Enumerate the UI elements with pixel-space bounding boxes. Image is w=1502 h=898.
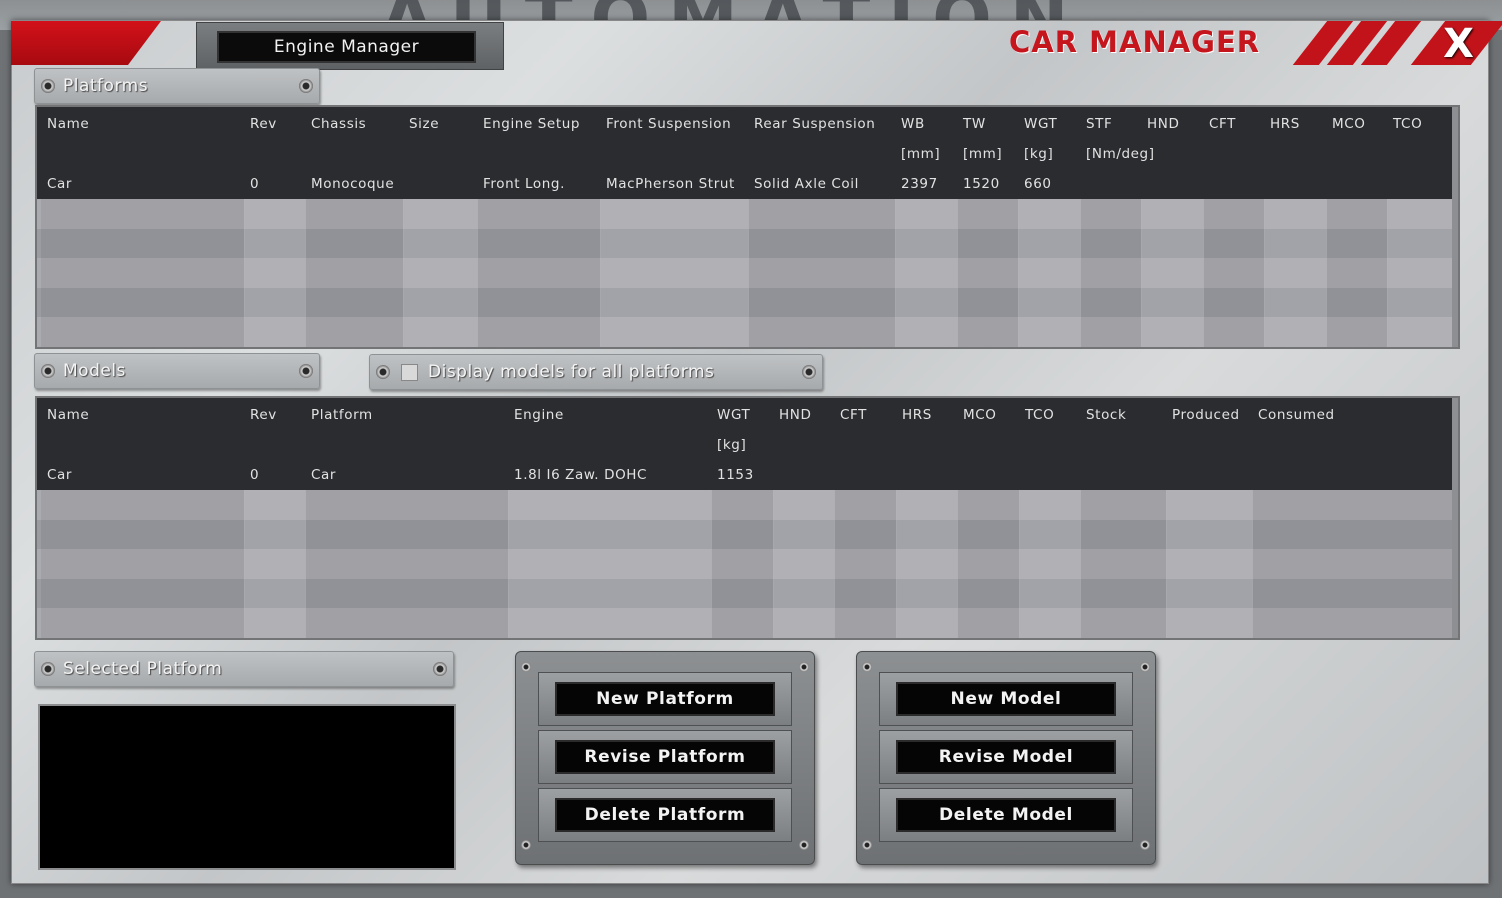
revise-model-button[interactable]: Revise Model <box>896 740 1116 774</box>
platform-col-header[interactable]: HRS <box>1270 116 1300 132</box>
platform-col-header[interactable]: TW <box>963 116 986 132</box>
platform-col-header[interactable]: Rev <box>250 116 277 132</box>
platform-empty-row[interactable] <box>37 287 1458 317</box>
bolt-icon <box>41 79 55 93</box>
platform-cell: 0 <box>250 176 260 192</box>
models-section-header: Models <box>34 353 320 389</box>
revise-platform-button[interactable]: Revise Platform <box>555 740 775 774</box>
model-col-unit: [kg] <box>717 437 747 453</box>
model-col-header[interactable]: Consumed <box>1258 407 1335 423</box>
platform-buttons-group: New Platform Revise Platform Delete Plat… <box>515 651 815 865</box>
bolt-icon <box>41 662 55 676</box>
model-cell: Car <box>311 467 337 483</box>
bolt-icon <box>299 79 313 93</box>
model-col-header[interactable]: Engine <box>514 407 564 423</box>
platforms-section-header: Platforms <box>34 68 320 104</box>
model-empty-row[interactable] <box>37 608 1458 638</box>
platform-cell: MacPherson Strut <box>606 176 735 192</box>
model-empty-row[interactable] <box>37 578 1458 608</box>
platforms-label: Platforms <box>63 76 149 96</box>
model-buttons-group: New Model Revise Model Delete Model <box>856 651 1156 865</box>
platform-empty-row[interactable] <box>37 228 1458 258</box>
selected-platform-preview <box>38 704 456 870</box>
model-cell: 1153 <box>717 467 754 483</box>
platform-cell: Solid Axle Coil <box>754 176 859 192</box>
platform-col-header[interactable]: CFT <box>1209 116 1236 132</box>
bolt-icon <box>376 365 390 379</box>
close-button[interactable]: X <box>1443 23 1474 65</box>
platform-col-unit: [mm] <box>901 146 941 162</box>
platform-col-unit: [mm] <box>963 146 1003 162</box>
model-col-header[interactable]: MCO <box>963 407 997 423</box>
platform-col-header[interactable]: Chassis <box>311 116 366 132</box>
models-scrollbar[interactable] <box>1452 398 1458 638</box>
platform-col-header[interactable]: Size <box>409 116 439 132</box>
model-empty-row[interactable] <box>37 490 1458 520</box>
platform-cell: Car <box>47 176 73 192</box>
platform-cell: 660 <box>1024 176 1052 192</box>
model-empty-row[interactable] <box>37 519 1458 549</box>
model-col-header[interactable]: Stock <box>1086 407 1126 423</box>
models-table-header: Name Rev Platform Engine WGT [kg] HND CFT HRS MCO… <box>37 398 1458 460</box>
bolt-icon <box>41 364 55 378</box>
platform-empty-row[interactable] <box>37 199 1458 229</box>
display-all-checkbox[interactable] <box>401 364 418 381</box>
platform-col-header[interactable]: MCO <box>1332 116 1366 132</box>
window-title: CAR MANAGER <box>1009 25 1261 59</box>
model-col-header[interactable]: HND <box>779 407 811 423</box>
platform-col-header[interactable]: Name <box>47 116 89 132</box>
display-all-toggle: Display models for all platforms <box>369 354 823 390</box>
platforms-table-header: Name Rev Chassis Size Engine Setup Front Susp… <box>37 107 1458 169</box>
models-table: Name Rev Platform Engine WGT [kg] HND CFT HRS MCO… <box>35 396 1460 640</box>
platform-cell: Front Long. <box>483 176 565 192</box>
platform-col-header[interactable]: STF <box>1086 116 1112 132</box>
selected-platform-header: Selected Platform <box>34 651 454 687</box>
model-cell: 1.8l I6 Zaw. DOHC <box>514 467 648 483</box>
platform-empty-row[interactable] <box>37 258 1458 288</box>
platform-col-header[interactable]: Rear Suspension <box>754 116 875 132</box>
new-platform-button[interactable]: New Platform <box>555 682 775 716</box>
model-col-header[interactable]: Rev <box>250 407 277 423</box>
model-col-header[interactable]: Platform <box>311 407 373 423</box>
platform-cell: 2397 <box>901 176 938 192</box>
model-col-header[interactable]: CFT <box>840 407 867 423</box>
model-col-header[interactable]: HRS <box>902 407 932 423</box>
platform-row[interactable]: Car 0 Monocoque Front Long. MacPherson Strut… <box>37 169 1458 199</box>
delete-platform-button[interactable]: Delete Platform <box>555 798 775 832</box>
bolt-icon <box>299 364 313 378</box>
platforms-scrollbar[interactable] <box>1452 107 1458 347</box>
model-col-header[interactable]: TCO <box>1025 407 1054 423</box>
platform-col-header[interactable]: TCO <box>1393 116 1422 132</box>
model-col-header[interactable]: WGT <box>717 407 750 423</box>
platform-col-header[interactable]: WGT <box>1024 116 1057 132</box>
platform-col-header[interactable]: WB <box>901 116 925 132</box>
platform-empty-row[interactable] <box>37 317 1458 347</box>
new-model-button[interactable]: New Model <box>896 682 1116 716</box>
model-cell: 0 <box>250 467 260 483</box>
delete-model-button[interactable]: Delete Model <box>896 798 1116 832</box>
engine-manager-tab: Engine Manager <box>196 22 504 70</box>
model-col-header[interactable]: Name <box>47 407 89 423</box>
bolt-icon <box>802 365 816 379</box>
platform-cell: 1520 <box>963 176 1000 192</box>
platform-col-header[interactable]: Front Suspension <box>606 116 731 132</box>
selected-platform-label: Selected Platform <box>63 659 223 679</box>
models-label: Models <box>63 361 126 381</box>
engine-manager-button[interactable]: Engine Manager <box>217 31 476 63</box>
model-cell: Car <box>47 467 73 483</box>
platform-col-header[interactable]: HND <box>1147 116 1179 132</box>
platform-cell: Monocoque <box>311 176 395 192</box>
red-accent-left <box>11 21 161 65</box>
model-empty-row[interactable] <box>37 549 1458 579</box>
model-row[interactable]: Car 0 Car 1.8l I6 Zaw. DOHC 1153 <box>37 460 1458 490</box>
display-all-label: Display models for all platforms <box>428 362 715 382</box>
car-manager-window: CAR MANAGER X Engine Manager Platforms N… <box>11 20 1502 884</box>
platforms-table: Name Rev Chassis Size Engine Setup Front Susp… <box>35 105 1460 349</box>
platform-col-unit: [kg] <box>1024 146 1054 162</box>
bolt-icon <box>433 662 447 676</box>
model-col-header[interactable]: Produced <box>1172 407 1240 423</box>
platform-col-unit: [Nm/deg] <box>1086 146 1155 162</box>
platform-col-header[interactable]: Engine Setup <box>483 116 580 132</box>
